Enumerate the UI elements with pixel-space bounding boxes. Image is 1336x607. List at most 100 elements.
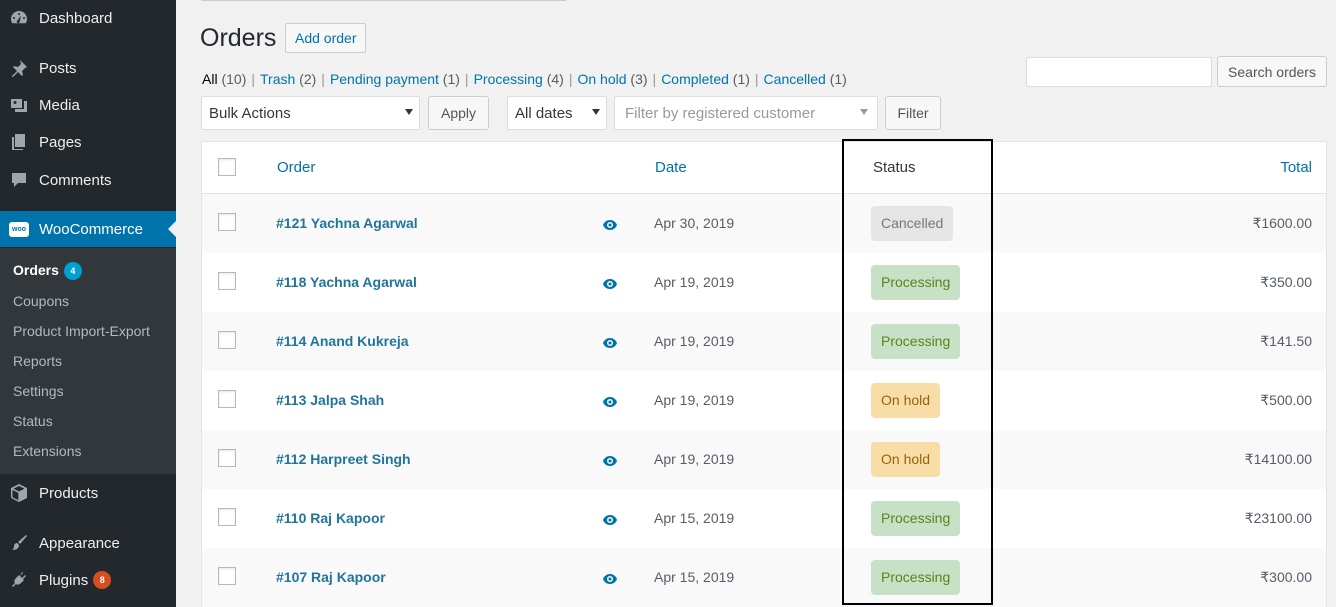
view-pending-payment[interactable]: Pending payment (1) [330, 71, 460, 87]
status-badge: On hold [871, 383, 941, 418]
status-badge: Processing [871, 501, 961, 536]
caret-down-icon [405, 109, 413, 115]
submenu-item-coupons[interactable]: Coupons [13, 293, 69, 309]
menu-item-plugins[interactable]: Plugins 8 [0, 563, 176, 597]
plug-icon [9, 570, 29, 590]
order-link[interactable]: #113 Jalpa Shah [276, 392, 384, 408]
order-date: Apr 19, 2019 [654, 451, 735, 467]
select-all-checkbox[interactable] [218, 158, 236, 176]
row-checkbox[interactable] [218, 331, 236, 349]
order-total: ₹23100.00 [1244, 510, 1312, 526]
order-date: Apr 30, 2019 [654, 215, 735, 231]
order-total: ₹350.00 [1260, 274, 1312, 290]
bulk-actions-select[interactable]: Bulk Actions [201, 96, 420, 130]
plugins-count-badge: 8 [93, 571, 112, 589]
column-total[interactable]: Total [1280, 159, 1312, 176]
menu-item-dashboard[interactable]: Dashboard [0, 1, 176, 35]
media-icon [9, 95, 29, 115]
box-icon [9, 483, 29, 503]
table-row: #118 Yachna Agarwal Apr 19, 2019 Processin… [202, 253, 1326, 312]
submenu-item-product-import-export[interactable]: Product Import-Export [13, 323, 150, 339]
status-badge: On hold [871, 442, 941, 477]
menu-label: Media [39, 96, 80, 114]
date-filter-select[interactable]: All dates [507, 96, 607, 130]
view-on-hold[interactable]: On hold (3) [577, 71, 647, 87]
status-badge: Processing [871, 324, 961, 359]
menu-label: Appearance [39, 534, 120, 552]
orders-count-badge: 4 [63, 262, 82, 281]
filter-button[interactable]: Filter [885, 96, 941, 130]
menu-item-woocommerce[interactable]: woo WooCommerce [0, 211, 176, 247]
order-link[interactable]: #112 Harpreet Singh [276, 451, 411, 467]
status-badge: Processing [871, 265, 961, 300]
preview-eye-icon[interactable] [602, 454, 618, 466]
order-link[interactable]: #107 Raj Kapoor [276, 569, 386, 585]
pages-icon [9, 132, 29, 152]
preview-eye-icon[interactable] [602, 572, 618, 584]
menu-item-products[interactable]: Products [0, 476, 176, 510]
menu-item-pages[interactable]: Pages [0, 125, 176, 159]
view-all[interactable]: All (10) [202, 71, 246, 87]
status-filter-links: All (10) | Trash (2) | Pending payment (1) | P… [202, 71, 847, 87]
submenu-item-settings[interactable]: Settings [13, 383, 64, 399]
menu-item-comments[interactable]: Comments [0, 163, 176, 197]
table-header: Order Date Status Total [202, 142, 1326, 194]
search-orders-button[interactable]: Search orders [1217, 56, 1327, 87]
submenu-item-reports[interactable]: Reports [13, 353, 62, 369]
preview-eye-icon[interactable] [602, 277, 618, 289]
admin-sidebar: Dashboard Posts Media Pages Comments woo… [0, 0, 176, 607]
order-total: ₹500.00 [1260, 392, 1312, 408]
dashboard-icon [9, 8, 29, 28]
table-row: #112 Harpreet Singh Apr 19, 2019 On hold ₹1… [202, 430, 1326, 489]
caret-down-icon [592, 109, 600, 115]
preview-eye-icon[interactable] [602, 336, 618, 348]
submenu-item-status[interactable]: Status [13, 413, 53, 429]
comment-icon [9, 170, 29, 190]
menu-label: Products [39, 484, 99, 502]
column-order[interactable]: Order [277, 159, 315, 176]
brush-icon [9, 533, 29, 553]
view-trash[interactable]: Trash (2) [260, 71, 316, 87]
order-total: ₹141.50 [1260, 333, 1312, 349]
order-total: ₹14100.00 [1244, 451, 1312, 467]
table-row: #107 Raj Kapoor Apr 15, 2019 Processing ₹30… [202, 548, 1326, 607]
apply-button[interactable]: Apply [428, 96, 489, 130]
row-checkbox[interactable] [218, 567, 236, 585]
row-checkbox[interactable] [218, 213, 236, 231]
view-processing[interactable]: Processing (4) [474, 71, 564, 87]
menu-item-appearance[interactable]: Appearance [0, 526, 176, 560]
menu-item-media[interactable]: Media [0, 88, 176, 122]
preview-eye-icon[interactable] [602, 218, 618, 230]
column-date[interactable]: Date [655, 159, 687, 176]
submenu-item-extensions[interactable]: Extensions [13, 443, 81, 459]
order-link[interactable]: #121 Yachna Agarwal [276, 215, 418, 231]
row-checkbox[interactable] [218, 508, 236, 526]
menu-label: Pages [39, 133, 82, 151]
order-date: Apr 15, 2019 [654, 510, 735, 526]
row-checkbox[interactable] [218, 449, 236, 467]
table-row: #113 Jalpa Shah Apr 19, 2019 On hold ₹500.0… [202, 371, 1326, 430]
menu-item-posts[interactable]: Posts [0, 51, 176, 85]
active-indicator [168, 221, 176, 237]
search-orders-input[interactable] [1026, 57, 1212, 87]
table-row: #121 Yachna Agarwal Apr 30, 2019 Cancelled… [202, 194, 1326, 253]
row-checkbox[interactable] [218, 272, 236, 290]
view-cancelled[interactable]: Cancelled (1) [764, 71, 847, 87]
add-order-button[interactable]: Add order [285, 23, 367, 53]
divider [201, 0, 566, 1]
order-date: Apr 19, 2019 [654, 333, 735, 349]
woocommerce-icon: woo [9, 219, 29, 239]
customer-filter-select[interactable]: Filter by registered customer [614, 96, 878, 130]
order-link[interactable]: #110 Raj Kapoor [276, 510, 385, 526]
view-completed[interactable]: Completed (1) [661, 71, 750, 87]
orders-table: Order Date Status Total #121 Yachna Agar… [201, 141, 1327, 607]
order-total: ₹300.00 [1260, 569, 1312, 585]
preview-eye-icon[interactable] [602, 395, 618, 407]
preview-eye-icon[interactable] [602, 513, 618, 525]
menu-label: Plugins [39, 571, 89, 589]
order-link[interactable]: #114 Anand Kukreja [276, 333, 409, 349]
order-link[interactable]: #118 Yachna Agarwal [276, 274, 417, 290]
row-checkbox[interactable] [218, 390, 236, 408]
order-date: Apr 15, 2019 [654, 569, 735, 585]
submenu-item-orders[interactable]: Orders 4 [13, 262, 82, 281]
